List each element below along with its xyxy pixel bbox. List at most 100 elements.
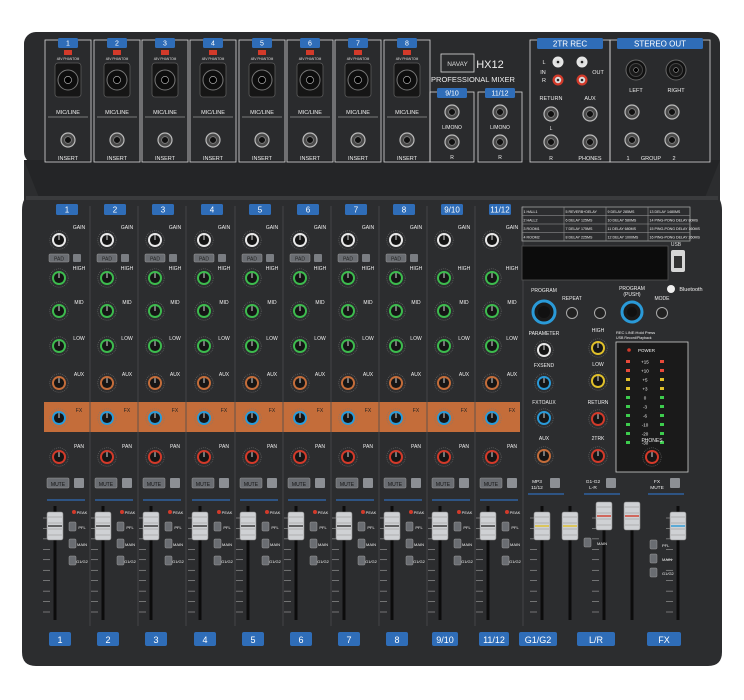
mp3-button[interactable]: [550, 478, 560, 488]
phantom-label: 48V PHANTOM: [299, 57, 322, 61]
mic-channel-number-text: 5: [260, 41, 264, 48]
xlr-out-left-pin: [633, 67, 639, 73]
fx-label: FX: [269, 408, 276, 414]
pfl-button[interactable]: [261, 521, 270, 532]
phantom-switch[interactable]: [161, 50, 169, 55]
channel-fader-cap[interactable]: [142, 511, 160, 541]
mid-label: MID: [459, 300, 469, 306]
phantom-switch[interactable]: [209, 50, 217, 55]
g12-button[interactable]: [357, 555, 366, 566]
g1-fader-cap[interactable]: [533, 511, 551, 541]
channel-fader-cap[interactable]: [287, 511, 305, 541]
phantom-switch[interactable]: [306, 50, 314, 55]
main-button[interactable]: [213, 538, 222, 549]
peak-led: [120, 510, 124, 514]
fx-fader-cap[interactable]: [669, 511, 687, 541]
channel-fader-cap[interactable]: [431, 511, 449, 541]
stereo-jack-r-label: R: [498, 155, 502, 161]
insert-label: INSERT: [58, 156, 79, 162]
aux-label: AUX: [507, 372, 518, 378]
g12-button[interactable]: [453, 555, 462, 566]
brand-subtitle: PROFESSIONAL MIXER: [431, 75, 515, 84]
low-label: LOW: [121, 336, 133, 342]
mute-label: MUTE: [436, 482, 451, 488]
master-phones-label: PHONES: [641, 438, 663, 444]
pad-led: [73, 254, 81, 262]
pfl-button[interactable]: [405, 521, 414, 532]
g12-button[interactable]: [261, 555, 270, 566]
g12-button[interactable]: [164, 555, 173, 566]
main-button[interactable]: [453, 538, 462, 549]
meter-led-left: [626, 423, 630, 426]
fx-pfl-button[interactable]: [649, 539, 658, 550]
fx-mute-button[interactable]: [670, 478, 680, 488]
player-button[interactable]: [594, 307, 606, 319]
pfl-button[interactable]: [68, 521, 77, 532]
meter-scale-label: -6: [643, 414, 647, 419]
phantom-switch[interactable]: [403, 50, 411, 55]
g12-button[interactable]: [309, 555, 318, 566]
aux-master-label: AUX: [539, 436, 550, 442]
phantom-switch[interactable]: [113, 50, 121, 55]
return-r-label: R: [549, 156, 553, 162]
pfl-button[interactable]: [213, 521, 222, 532]
channel-fader-cap[interactable]: [335, 511, 353, 541]
high-label: HIGH: [169, 266, 182, 272]
g12-label: G1/G2: [269, 559, 282, 564]
channel-fader-cap[interactable]: [46, 511, 64, 541]
main-button[interactable]: [405, 538, 414, 549]
strip-top-number-text: 5: [258, 206, 263, 215]
pfl-button[interactable]: [164, 521, 173, 532]
aux-label: AUX: [219, 372, 230, 378]
main-button[interactable]: [501, 538, 510, 549]
pan-label: PAN: [170, 444, 180, 450]
mute-label: MUTE: [51, 482, 66, 488]
main-r-fader-cap[interactable]: [623, 501, 641, 531]
pfl-button[interactable]: [309, 521, 318, 532]
stereo-channel-number-text: 9/10: [445, 91, 459, 98]
channel-fader-cap[interactable]: [383, 511, 401, 541]
mic-channel-number-text: 7: [356, 41, 360, 48]
mode-button[interactable]: [656, 307, 668, 319]
main-button[interactable]: [116, 538, 125, 549]
fx-program: 3 ROOM1: [524, 227, 540, 231]
channel-fader-cap[interactable]: [239, 511, 257, 541]
channel-fader-cap[interactable]: [191, 511, 209, 541]
main-button[interactable]: [68, 538, 77, 549]
strip-top-number-text: 9/10: [444, 206, 460, 215]
main-button[interactable]: [357, 538, 366, 549]
phantom-switch[interactable]: [354, 50, 362, 55]
g1g2-to-main-button[interactable]: [583, 537, 592, 548]
g12-button[interactable]: [116, 555, 125, 566]
main-button[interactable]: [309, 538, 318, 549]
fx-main-button[interactable]: [649, 553, 658, 564]
pfl-button[interactable]: [357, 521, 366, 532]
2tr-r-label: R: [542, 78, 546, 84]
pfl-button[interactable]: [116, 521, 125, 532]
g12-button[interactable]: [68, 555, 77, 566]
g12-button[interactable]: [213, 555, 222, 566]
aux-label: AUX: [74, 372, 85, 378]
pfl-button[interactable]: [453, 521, 462, 532]
pfl-button[interactable]: [501, 521, 510, 532]
main-button[interactable]: [261, 538, 270, 549]
stereo-out-title-text: STEREO OUT: [634, 40, 686, 49]
repeat-button[interactable]: [566, 307, 578, 319]
g2-fader-cap[interactable]: [561, 511, 579, 541]
g12-button[interactable]: [405, 555, 414, 566]
main-button[interactable]: [164, 538, 173, 549]
fx-g12-button[interactable]: [649, 567, 658, 578]
channel-fader-cap[interactable]: [479, 511, 497, 541]
peak-label: PEAK: [222, 510, 233, 515]
channel-fader-cap[interactable]: [94, 511, 112, 541]
phantom-switch[interactable]: [258, 50, 266, 55]
main-l-fader-cap[interactable]: [595, 501, 613, 531]
phantom-switch[interactable]: [64, 50, 72, 55]
strip-top-number-text: 1: [65, 206, 70, 215]
g12-assign-button[interactable]: [606, 478, 616, 488]
fx-program: 16 PING-PONG DELAY 260MS: [650, 236, 701, 240]
gain-label: GAIN: [266, 225, 279, 231]
gain-label: GAIN: [73, 225, 86, 231]
g12-button[interactable]: [501, 555, 510, 566]
group-jack-1b-hole: [628, 136, 636, 144]
